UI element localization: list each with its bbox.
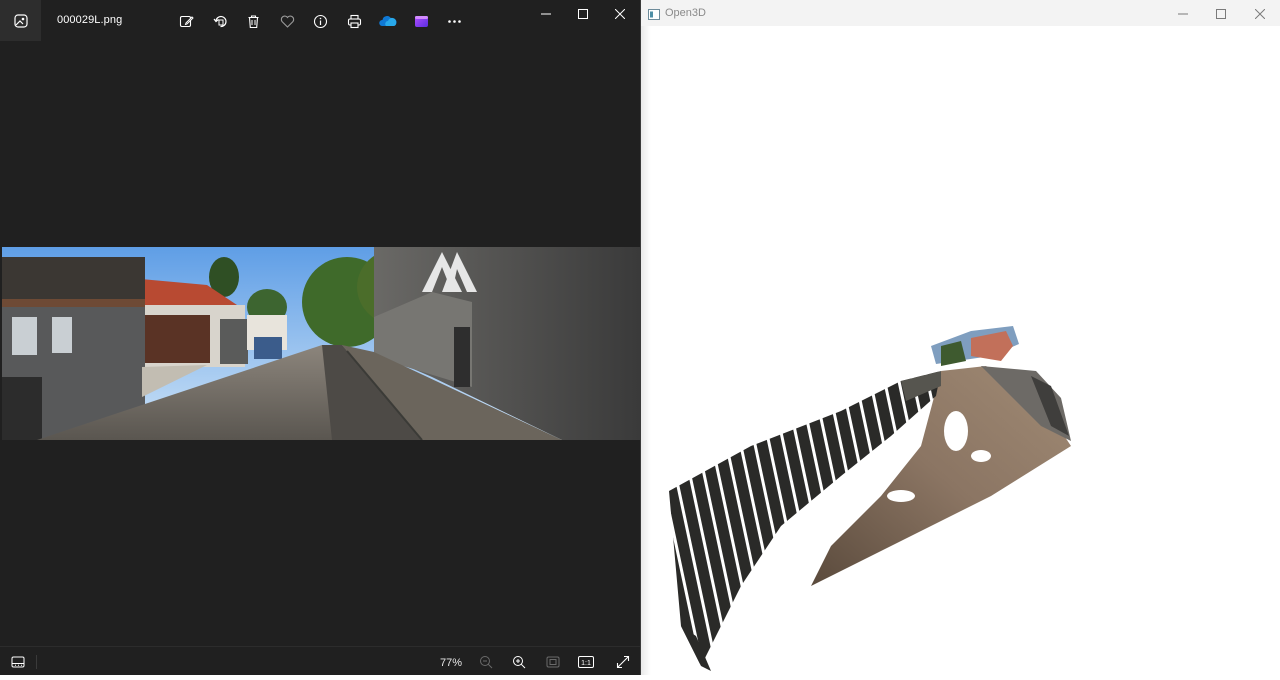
info-icon <box>314 14 328 28</box>
filmstrip-button[interactable] <box>8 653 28 671</box>
zoom-in-button[interactable] <box>509 653 529 671</box>
more-icon <box>448 19 462 23</box>
edit-image-button[interactable] <box>170 8 204 34</box>
maximize-icon <box>578 9 588 19</box>
open3d-window: Open3D <box>641 0 1280 675</box>
statusbar-divider <box>36 655 37 669</box>
favorite-button[interactable] <box>271 8 305 34</box>
favorite-icon <box>280 15 294 28</box>
open3d-titlebar: Open3D <box>641 0 1280 26</box>
print-button[interactable] <box>338 8 372 34</box>
street-photo <box>2 247 640 440</box>
zoom-out-button[interactable] <box>476 653 496 671</box>
rotate-icon <box>213 15 227 27</box>
photos-titlebar: 000029L.png <box>0 0 640 41</box>
clipchamp-icon <box>414 15 428 27</box>
photos-window: 000029L.png 77% 1:1 <box>0 0 641 675</box>
maximize-button[interactable] <box>564 0 602 28</box>
open3d-title: Open3D <box>665 7 706 19</box>
window-edge-shadow <box>641 26 651 675</box>
window-app-icon <box>648 9 660 20</box>
more-button[interactable] <box>438 8 472 34</box>
file-name: 000029L.png <box>57 14 123 26</box>
close-icon <box>1255 9 1265 19</box>
edit-image-icon <box>180 15 194 27</box>
delete-button[interactable] <box>237 8 271 34</box>
zoom-in-icon <box>513 656 526 669</box>
filmstrip-icon <box>11 656 25 668</box>
minimize-button[interactable] <box>527 0 565 28</box>
fit-to-window-button[interactable] <box>543 653 563 671</box>
print-icon <box>347 14 361 28</box>
delete-icon <box>248 14 259 28</box>
photos-app-icon[interactable] <box>0 0 41 41</box>
actual-size-label: 1:1 <box>581 660 591 667</box>
onedrive-icon <box>378 16 397 26</box>
open3d-minimize-button[interactable] <box>1164 0 1202 28</box>
close-button[interactable] <box>601 0 639 28</box>
rotate-button[interactable] <box>204 8 238 34</box>
open3d-maximize-button[interactable] <box>1202 0 1240 28</box>
info-button[interactable] <box>304 8 338 34</box>
full-screen-button[interactable] <box>613 653 633 671</box>
point-cloud-viewport[interactable] <box>641 26 1280 675</box>
photos-icon <box>13 13 28 28</box>
close-icon <box>615 9 625 19</box>
open3d-app-icon <box>648 7 660 25</box>
full-screen-icon <box>616 655 630 669</box>
point-cloud-render <box>669 326 1071 671</box>
photo-canvas[interactable] <box>2 247 640 440</box>
photos-statusbar: 77% 1:1 <box>0 646 640 675</box>
maximize-icon <box>1216 9 1226 19</box>
zoom-out-icon <box>480 656 493 669</box>
actual-size-icon: 1:1 <box>578 656 594 668</box>
clipchamp-button[interactable] <box>405 8 439 34</box>
zoom-level: 77% <box>440 657 463 669</box>
actual-size-button[interactable]: 1:1 <box>576 653 596 671</box>
onedrive-button[interactable] <box>371 8 405 34</box>
minimize-icon <box>1178 13 1188 15</box>
fit-to-window-icon <box>546 656 560 668</box>
open3d-close-button[interactable] <box>1241 0 1279 28</box>
minimize-icon <box>541 13 551 15</box>
photos-toolbar <box>170 8 472 34</box>
